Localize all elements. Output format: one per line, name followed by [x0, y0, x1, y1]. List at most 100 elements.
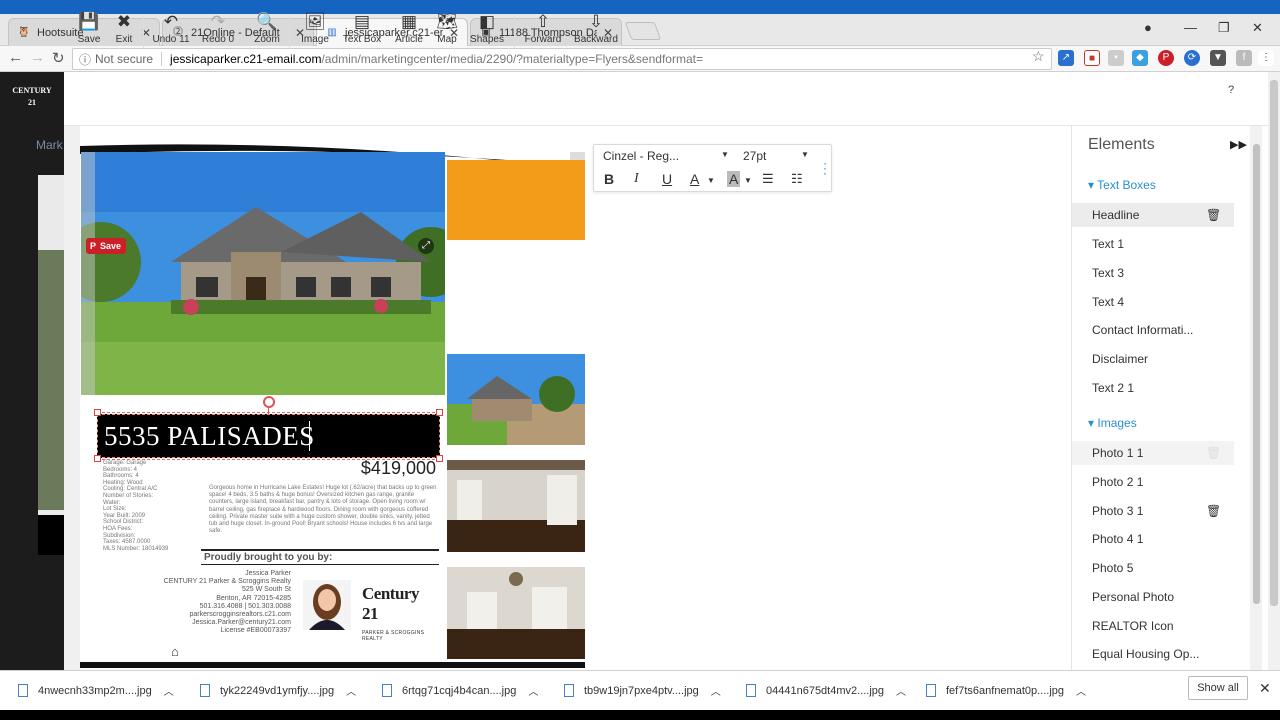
text-color-button[interactable]: A — [690, 171, 699, 187]
element-item[interactable]: Text 3 — [1072, 261, 1234, 285]
highlight-color-button[interactable]: A — [727, 171, 741, 187]
underline-button[interactable]: U — [662, 171, 672, 187]
extension-icon[interactable]: f — [1236, 50, 1252, 66]
download-item[interactable]: fef7ts6anfnemat0p....jpg ︿ — [926, 683, 1086, 698]
image-button[interactable]: 🖼 Image — [301, 12, 329, 45]
element-item[interactable]: Contact Informati... — [1072, 318, 1234, 342]
century21-brand-logo[interactable]: Century 21 Parker & Scroggins Realty — [362, 584, 438, 642]
bulleted-list-icon[interactable]: ☷ — [791, 171, 803, 187]
element-item[interactable]: Photo 4 1 — [1072, 527, 1234, 551]
exit-button[interactable]: ✖ Exit — [113, 12, 135, 45]
more-options-icon[interactable]: · · · — [823, 157, 827, 179]
help-icon[interactable]: ? — [1228, 84, 1234, 96]
chevron-down-icon[interactable]: ▼ — [801, 150, 809, 159]
rotate-handle[interactable] — [263, 396, 275, 408]
redo-button[interactable]: ↷ Redo 0 — [200, 12, 236, 45]
forward-nav-icon[interactable]: → — [30, 49, 45, 66]
element-item[interactable]: Text 4 — [1072, 290, 1234, 314]
chevron-down-icon[interactable]: ▼ — [707, 176, 715, 185]
section-images[interactable]: ▾ Images — [1088, 416, 1137, 430]
element-item[interactable]: Photo 3 1 🗑 — [1072, 499, 1234, 523]
close-icon[interactable]: ✕ — [1259, 680, 1271, 697]
article-button[interactable]: ▦ Article — [394, 12, 424, 45]
bookmark-star-icon[interactable]: ☆ — [1032, 48, 1045, 65]
reload-icon[interactable]: ↻ — [52, 49, 65, 67]
chevron-up-icon[interactable]: ︿ — [164, 683, 174, 698]
extension-icon[interactable]: ◆ — [1132, 50, 1148, 66]
bold-button[interactable]: B — [604, 171, 614, 187]
resize-handle[interactable] — [436, 455, 443, 462]
trash-icon[interactable]: 🗑 — [1206, 203, 1221, 227]
text-box-button[interactable]: ▤ Text Box — [342, 12, 382, 45]
element-item[interactable]: Disclaimer — [1072, 347, 1234, 371]
map-button[interactable]: 🗺 Map — [436, 12, 458, 45]
extension-icon[interactable]: ↗ — [1058, 50, 1074, 66]
agent-contact-info[interactable]: Jessica Parker CENTURY 21 Parker & Scrog… — [150, 570, 291, 636]
font-family-select[interactable]: Cinzel - Reg... — [603, 149, 679, 163]
trash-icon[interactable]: 🗑 — [1206, 499, 1221, 523]
collapse-panel-icon[interactable]: ▶▶ — [1230, 138, 1247, 151]
back-icon[interactable]: ← — [8, 49, 23, 66]
numbered-list-icon[interactable]: ☰ — [762, 171, 774, 187]
chevron-up-icon[interactable]: ︿ — [346, 683, 356, 698]
listing-price[interactable]: $419,000 — [300, 458, 436, 479]
chevron-up-icon[interactable]: ︿ — [1076, 683, 1086, 698]
equal-housing-icon[interactable]: ⌂ — [171, 644, 179, 659]
extension-icon[interactable]: ■ — [1084, 50, 1100, 66]
brought-by-heading[interactable]: Proudly brought to you by: — [204, 552, 332, 563]
download-item[interactable]: tyk22249vd1ymfjy....jpg ︿ — [200, 683, 356, 698]
new-tab-button[interactable] — [624, 22, 662, 40]
century21-logo[interactable]: CENTURY 21 — [8, 84, 56, 107]
shapes-button[interactable]: ◧ Shapes — [470, 12, 504, 45]
element-item[interactable]: Equal Housing Op... — [1072, 642, 1234, 666]
profile-icon[interactable]: ● — [1144, 20, 1152, 35]
element-item[interactable]: Photo 2 1 — [1072, 470, 1234, 494]
element-item[interactable]: Headline 🗑 — [1072, 203, 1234, 227]
chevron-up-icon[interactable]: ︿ — [528, 683, 538, 698]
minimize-icon[interactable]: — — [1184, 20, 1197, 35]
photo-2[interactable] — [447, 354, 585, 445]
save-button[interactable]: 💾 Save — [78, 12, 101, 45]
url-field[interactable]: ⓘ Not secure jessicaparker.c21-email.com… — [72, 48, 1052, 70]
resize-handle[interactable] — [94, 455, 101, 462]
element-item[interactable]: REALTOR Icon — [1072, 614, 1234, 638]
resize-handle[interactable] — [436, 409, 443, 416]
pinterest-icon[interactable]: P — [1158, 50, 1174, 66]
download-item[interactable]: 4nwecnh33mp2m....jpg ︿ — [18, 683, 174, 698]
zoom-button[interactable]: 🔍 Zoom — [254, 12, 280, 45]
property-facts[interactable]: Garage: Garage Bedrooms: 4 Bathrooms: 4 … — [103, 460, 203, 552]
element-item[interactable]: Text 2 1 — [1072, 376, 1234, 400]
chevron-up-icon[interactable]: ︿ — [711, 683, 721, 698]
chevron-up-icon[interactable]: ︿ — [896, 683, 906, 698]
element-item[interactable]: Text 1 — [1072, 232, 1234, 256]
undo-button[interactable]: ↶ Undo 11 — [152, 12, 190, 45]
forward-button[interactable]: ⇧ Forward — [525, 12, 562, 45]
restore-icon[interactable]: ❐ — [1218, 20, 1230, 36]
extension-icon[interactable]: ⟳ — [1184, 50, 1200, 66]
chevron-down-icon[interactable]: ▼ — [744, 176, 752, 185]
main-house-photo[interactable] — [81, 152, 445, 395]
info-icon[interactable]: ⓘ — [79, 51, 91, 68]
expand-icon[interactable]: ⤢ — [418, 238, 434, 254]
headline-textbox[interactable]: 5535 Palisades — [97, 414, 440, 458]
window-close-icon[interactable]: ✕ — [1252, 20, 1263, 36]
section-text-boxes[interactable]: ▾ Text Boxes — [1088, 178, 1156, 192]
pinterest-save-button[interactable]: Save — [86, 238, 126, 254]
trash-icon[interactable]: 🗑 — [1206, 441, 1221, 465]
backward-button[interactable]: ⇩ Backward — [574, 12, 618, 45]
menu-icon[interactable]: ⋮ — [1258, 50, 1274, 66]
italic-button[interactable]: I — [634, 171, 639, 187]
shield-icon[interactable]: ▼ — [1210, 50, 1226, 66]
agent-photo[interactable] — [303, 580, 351, 630]
download-item[interactable]: 04441n675dt4mv2....jpg ︿ — [746, 683, 906, 698]
show-all-button[interactable]: Show all — [1188, 676, 1248, 700]
page-scroll-thumb[interactable] — [1270, 80, 1278, 606]
property-description[interactable]: Gorgeous home in Hurricane Lake Estates!… — [209, 485, 439, 535]
photo-4[interactable] — [447, 567, 585, 659]
download-item[interactable]: 6rtqg71cqj4b4can....jpg ︿ — [382, 683, 538, 698]
photo-3[interactable] — [447, 460, 585, 552]
panel-scroll-thumb[interactable] — [1253, 144, 1260, 604]
chevron-down-icon[interactable]: ▼ — [721, 150, 729, 159]
element-item[interactable]: Photo 1 1 🗑 — [1072, 441, 1234, 465]
element-item[interactable]: Photo 5 — [1072, 556, 1234, 580]
